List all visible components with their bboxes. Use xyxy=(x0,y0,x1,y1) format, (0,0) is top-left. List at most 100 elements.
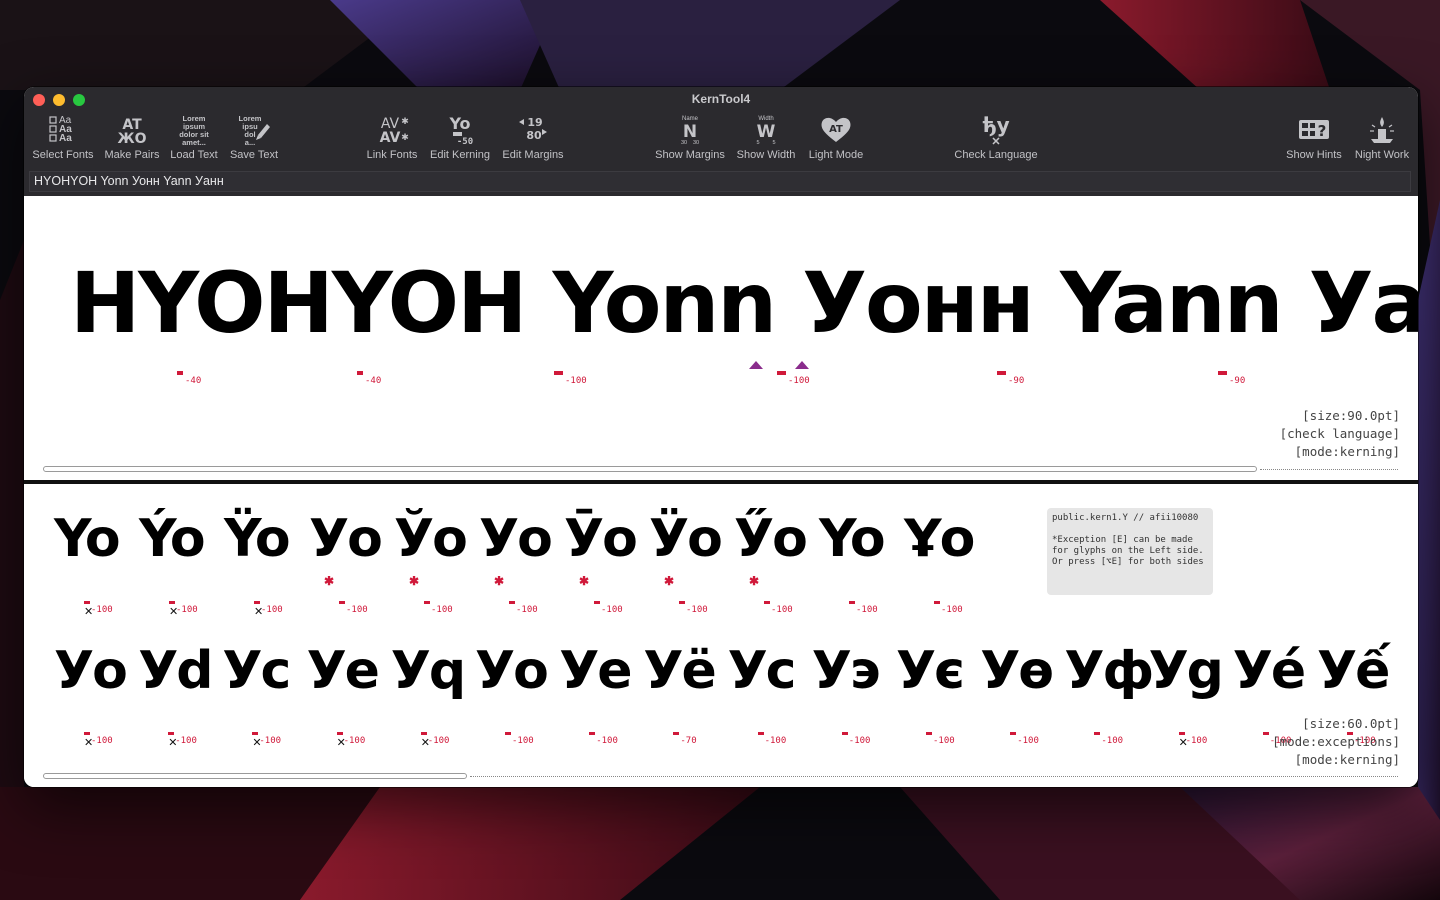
kern-value: -100 xyxy=(1101,736,1124,746)
show-margins-label: Show Margins xyxy=(655,149,725,161)
exception-icon: ✱ xyxy=(324,574,335,588)
toolbar: KernTool4 Aa Aa Aa Select Fonts AT ЖО Ma… xyxy=(24,87,1418,168)
candle-icon xyxy=(1354,113,1410,147)
exception-icon: ✱ xyxy=(664,574,675,588)
pairs-view-panel[interactable]: Yo -100 ✕ Ýo -100 ✕ Ÿo -100 ✕ Уo ✱ -100 Ўo ✱ -100 Уo ✱ -1… xyxy=(24,484,1418,787)
kern-pair[interactable]: Уo xyxy=(54,641,128,701)
kern-pair[interactable]: Ұo xyxy=(904,509,975,569)
exception-icon: ✱ xyxy=(579,574,590,588)
link-fonts-icon: AV AV ✱ ✱ xyxy=(366,113,418,147)
close-icon[interactable]: ✕ xyxy=(84,605,93,618)
show-hints-button[interactable]: ? Show Hints xyxy=(1286,113,1342,163)
light-mode-label: Light Mode xyxy=(808,149,864,161)
link-fonts-button[interactable]: AV AV ✱ ✱ Link Fonts xyxy=(366,113,418,163)
show-width-icon: Width W 5 5 xyxy=(738,113,794,147)
exception-icon: ✱ xyxy=(409,574,420,588)
svg-text:✱: ✱ xyxy=(401,116,409,126)
close-icon[interactable]: ✕ xyxy=(337,736,346,749)
make-pairs-button[interactable]: AT ЖО Make Pairs xyxy=(102,113,162,163)
svg-text:5: 5 xyxy=(772,140,775,146)
kern-pair[interactable]: Ýo xyxy=(139,509,206,569)
svg-text:AV: AV xyxy=(380,130,401,146)
close-icon[interactable]: ✕ xyxy=(254,605,263,618)
kern-value: -100 xyxy=(941,605,963,615)
edit-kerning-button[interactable]: Yo -50 Edit Kerning xyxy=(430,113,490,163)
save-text-label: Save Text xyxy=(229,149,279,161)
kern-value: -100 xyxy=(764,736,787,746)
kern-pair[interactable]: Ує xyxy=(896,641,965,701)
check-language-button[interactable]: ђу ✕ Check Language xyxy=(954,113,1037,163)
kern-pair[interactable]: Ÿo xyxy=(224,509,291,569)
svg-text:W: W xyxy=(757,122,776,142)
close-icon[interactable]: ✕ xyxy=(84,736,93,749)
show-width-button[interactable]: Width W 5 5 Show Width xyxy=(737,113,796,163)
close-icon[interactable]: ✕ xyxy=(168,736,177,749)
horizontal-scrollbar[interactable] xyxy=(43,466,1257,472)
text-view-panel[interactable]: HYOHYOH Yonn Уонн Yann Уанн -40 -40 -100… xyxy=(24,196,1418,480)
night-work-button[interactable]: Night Work xyxy=(1354,113,1410,163)
show-width-label: Show Width xyxy=(736,149,796,161)
light-mode-button[interactable]: AT Light Mode xyxy=(808,113,864,163)
kern-pair[interactable]: Уө xyxy=(980,641,1054,701)
kern-pair[interactable]: Уэ xyxy=(812,641,881,701)
kern-value: -100 xyxy=(91,605,113,615)
kern-pair[interactable]: Уé xyxy=(1233,641,1306,701)
kern-pair[interactable]: Ўo xyxy=(394,509,468,569)
kern-value: -100 xyxy=(771,605,793,615)
kern-value: -100 xyxy=(175,736,197,746)
kern-pair[interactable]: Yo xyxy=(54,509,121,569)
show-hints-icon: ? xyxy=(1286,113,1342,147)
select-fonts-button[interactable]: Aa Aa Aa Select Fonts xyxy=(30,113,96,163)
kern-pair[interactable]: Уế xyxy=(1317,641,1390,701)
mode-status: [mode:kerning] xyxy=(1294,752,1400,767)
kerntool-window: KernTool4 Aa Aa Aa Select Fonts AT ЖО Ma… xyxy=(24,87,1418,787)
kern-pair[interactable]: Уq xyxy=(391,641,466,701)
night-work-label: Night Work xyxy=(1354,149,1410,161)
kern-value: -100 xyxy=(427,736,450,746)
kern-pair[interactable]: Уё xyxy=(643,641,716,701)
edit-margins-icon: 19 80 xyxy=(503,113,563,147)
kern-pair[interactable]: Уе xyxy=(559,641,632,701)
svg-text:5: 5 xyxy=(756,140,759,146)
kern-value: -100 xyxy=(512,736,534,746)
show-hints-label: Show Hints xyxy=(1286,149,1342,161)
kern-pair[interactable]: Yo xyxy=(819,509,886,569)
kern-value: -100 xyxy=(856,605,878,615)
window-title: KernTool4 xyxy=(691,92,751,106)
kern-pair[interactable]: Ӳo xyxy=(734,509,808,569)
warning-triangle-icon xyxy=(795,361,809,369)
mode-status: [mode:kerning] xyxy=(1294,444,1400,459)
load-text-button[interactable]: Lorem ipsum dolor sit amet... Load Text xyxy=(168,113,220,163)
edit-margins-button[interactable]: 19 80 Edit Margins xyxy=(502,113,563,163)
close-icon[interactable]: ✕ xyxy=(169,605,178,618)
kern-pair[interactable]: Ус xyxy=(728,641,797,701)
kern-value: -100 xyxy=(1185,736,1208,746)
kern-pair[interactable]: Уo xyxy=(479,509,553,569)
sample-text-input[interactable]: HYOHYOH Yonn Уонн Yann Уанн xyxy=(29,171,1411,192)
horizontal-scrollbar[interactable] xyxy=(43,773,467,779)
show-margins-button[interactable]: Name N 30 30 Show Margins xyxy=(655,113,725,163)
svg-text:Yo: Yo xyxy=(448,114,470,133)
close-icon[interactable]: ✕ xyxy=(421,736,430,749)
show-margins-icon: Name N 30 30 xyxy=(660,113,720,147)
load-text-icon: Lorem ipsum dolor sit amet... xyxy=(168,113,220,147)
exception-icon: ✱ xyxy=(749,574,760,588)
kern-pair[interactable]: Уc xyxy=(222,641,291,701)
svg-text:-50: -50 xyxy=(457,137,473,147)
kern-value: -100 xyxy=(261,605,283,615)
save-text-button[interactable]: Lorem ipsu dol a... Save Text xyxy=(228,113,280,163)
close-icon[interactable]: ✕ xyxy=(252,736,261,749)
kern-value: -100 xyxy=(431,605,453,615)
kern-pair[interactable]: Уd xyxy=(138,641,213,701)
warning-triangle-icon xyxy=(749,361,763,369)
kern-pair[interactable]: Уg xyxy=(1149,641,1224,701)
close-icon[interactable]: ✕ xyxy=(1179,736,1188,749)
kern-value: -100 xyxy=(848,736,871,746)
kern-pair[interactable]: Уo xyxy=(309,509,383,569)
kern-pair[interactable]: Ӯo xyxy=(564,509,638,569)
kern-pair[interactable]: Уо xyxy=(475,641,549,701)
kern-pair[interactable]: Уe xyxy=(307,641,380,701)
svg-text:✕: ✕ xyxy=(991,136,1000,147)
kern-pair[interactable]: Ӱo xyxy=(649,509,723,569)
kern-pair[interactable]: Уф xyxy=(1064,641,1154,701)
